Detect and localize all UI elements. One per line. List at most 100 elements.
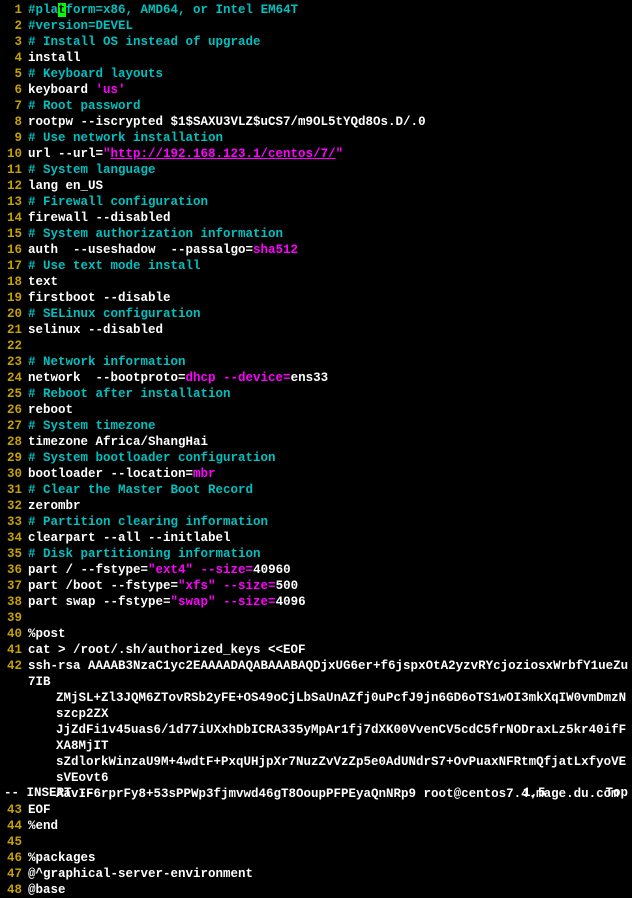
- code-line[interactable]: 31# Clear the Master Boot Record: [0, 482, 632, 498]
- code-content[interactable]: # System bootloader configuration: [28, 450, 632, 466]
- code-content[interactable]: # Use text mode install: [28, 258, 632, 274]
- code-line[interactable]: 28timezone Africa/ShangHai: [0, 434, 632, 450]
- code-line-wrap[interactable]: JjZdFi1v45uas6/1d77iUXxhDbICRA335yMpAr1f…: [0, 722, 632, 754]
- code-line[interactable]: 43EOF: [0, 802, 632, 818]
- code-line[interactable]: 8rootpw --iscrypted $1$SAXU3VLZ$uCS7/m9O…: [0, 114, 632, 130]
- code-line[interactable]: 13# Firewall configuration: [0, 194, 632, 210]
- code-content[interactable]: [28, 338, 632, 354]
- code-content[interactable]: # System timezone: [28, 418, 632, 434]
- code-content[interactable]: text: [28, 274, 632, 290]
- code-content[interactable]: %packages: [28, 850, 632, 866]
- code-content[interactable]: auth --useshadow --passalgo=sha512: [28, 242, 632, 258]
- code-line[interactable]: 17# Use text mode install: [0, 258, 632, 274]
- code-line[interactable]: 45: [0, 834, 632, 850]
- code-line[interactable]: 46%packages: [0, 850, 632, 866]
- code-content[interactable]: #version=DEVEL: [28, 18, 632, 34]
- code-content[interactable]: # Partition clearing information: [28, 514, 632, 530]
- code-line[interactable]: 4install: [0, 50, 632, 66]
- code-line[interactable]: 25# Reboot after installation: [0, 386, 632, 402]
- code-content[interactable]: EOF: [28, 802, 632, 818]
- code-content[interactable]: zerombr: [28, 498, 632, 514]
- code-line[interactable]: 41cat > /root/.sh/authorized_keys <<EOF: [0, 642, 632, 658]
- code-line[interactable]: 27# System timezone: [0, 418, 632, 434]
- code-line[interactable]: 12lang en_US: [0, 178, 632, 194]
- code-line[interactable]: 40%post: [0, 626, 632, 642]
- code-line[interactable]: 29# System bootloader configuration: [0, 450, 632, 466]
- code-line[interactable]: 47@^graphical-server-environment: [0, 866, 632, 882]
- code-content[interactable]: # Use network installation: [28, 130, 632, 146]
- code-content[interactable]: @^graphical-server-environment: [28, 866, 632, 882]
- code-content[interactable]: # Keyboard layouts: [28, 66, 632, 82]
- code-line[interactable]: 3# Install OS instead of upgrade: [0, 34, 632, 50]
- code-line[interactable]: 18text: [0, 274, 632, 290]
- code-line[interactable]: 1#platform=x86, AMD64, or Intel EM64T: [0, 2, 632, 18]
- code-line[interactable]: 35# Disk partitioning information: [0, 546, 632, 562]
- code-content[interactable]: selinux --disabled: [28, 322, 632, 338]
- code-content[interactable]: # System authorization information: [28, 226, 632, 242]
- code-content[interactable]: ssh-rsa AAAAB3NzaC1yc2EAAAADAQABAAABAQDj…: [28, 658, 632, 690]
- code-content[interactable]: # Root password: [28, 98, 632, 114]
- code-line[interactable]: 37part /boot --fstype="xfs" --size=500: [0, 578, 632, 594]
- code-content[interactable]: %post: [28, 626, 632, 642]
- code-line[interactable]: 15# System authorization information: [0, 226, 632, 242]
- code-content[interactable]: url --url="http://192.168.123.1/centos/7…: [28, 146, 632, 162]
- code-content[interactable]: #platform=x86, AMD64, or Intel EM64T: [28, 2, 632, 18]
- code-line[interactable]: 5# Keyboard layouts: [0, 66, 632, 82]
- code-line[interactable]: 22: [0, 338, 632, 354]
- code-content[interactable]: firstboot --disable: [28, 290, 632, 306]
- vim-editor[interactable]: 1#platform=x86, AMD64, or Intel EM64T2#v…: [0, 0, 632, 803]
- code-line[interactable]: 33# Partition clearing information: [0, 514, 632, 530]
- code-content[interactable]: # Network information: [28, 354, 632, 370]
- code-line[interactable]: 6keyboard 'us': [0, 82, 632, 98]
- code-content[interactable]: install: [28, 50, 632, 66]
- code-content[interactable]: # Firewall configuration: [28, 194, 632, 210]
- code-content[interactable]: # System language: [28, 162, 632, 178]
- code-content[interactable]: bootloader --location=mbr: [28, 466, 632, 482]
- code-content[interactable]: # Disk partitioning information: [28, 546, 632, 562]
- code-content[interactable]: @base: [28, 882, 632, 898]
- code-content[interactable]: firewall --disabled: [28, 210, 632, 226]
- code-line[interactable]: 32zerombr: [0, 498, 632, 514]
- code-line[interactable]: 39: [0, 610, 632, 626]
- code-line[interactable]: 16auth --useshadow --passalgo=sha512: [0, 242, 632, 258]
- code-line[interactable]: 36part / --fstype="ext4" --size=40960: [0, 562, 632, 578]
- code-content[interactable]: part / --fstype="ext4" --size=40960: [28, 562, 632, 578]
- code-content[interactable]: timezone Africa/ShangHai: [28, 434, 632, 450]
- code-area[interactable]: 1#platform=x86, AMD64, or Intel EM64T2#v…: [0, 2, 632, 898]
- code-content[interactable]: part /boot --fstype="xfs" --size=500: [28, 578, 632, 594]
- code-content[interactable]: lang en_US: [28, 178, 632, 194]
- code-content[interactable]: # Install OS instead of upgrade: [28, 34, 632, 50]
- code-content[interactable]: %end: [28, 818, 632, 834]
- code-line[interactable]: 38part swap --fstype="swap" --size=4096: [0, 594, 632, 610]
- code-content[interactable]: # Reboot after installation: [28, 386, 632, 402]
- code-content[interactable]: cat > /root/.sh/authorized_keys <<EOF: [28, 642, 632, 658]
- code-line[interactable]: 42ssh-rsa AAAAB3NzaC1yc2EAAAADAQABAAABAQ…: [0, 658, 632, 690]
- code-line[interactable]: 20# SELinux configuration: [0, 306, 632, 322]
- code-line[interactable]: 7# Root password: [0, 98, 632, 114]
- code-line[interactable]: 44%end: [0, 818, 632, 834]
- code-content[interactable]: # SELinux configuration: [28, 306, 632, 322]
- code-line[interactable]: 9# Use network installation: [0, 130, 632, 146]
- code-line[interactable]: 24network --bootproto=dhcp --device=ens3…: [0, 370, 632, 386]
- code-content[interactable]: rootpw --iscrypted $1$SAXU3VLZ$uCS7/m9OL…: [28, 114, 632, 130]
- code-line[interactable]: 14firewall --disabled: [0, 210, 632, 226]
- code-content[interactable]: [28, 834, 632, 850]
- code-content[interactable]: network --bootproto=dhcp --device=ens33: [28, 370, 632, 386]
- code-line[interactable]: 10url --url="http://192.168.123.1/centos…: [0, 146, 632, 162]
- code-line[interactable]: 26reboot: [0, 402, 632, 418]
- code-line[interactable]: 19firstboot --disable: [0, 290, 632, 306]
- code-line[interactable]: 2#version=DEVEL: [0, 18, 632, 34]
- code-line-wrap[interactable]: ZMjSL+Zl3JQM6ZTovRSb2yFE+OS49oCjLbSaUnAZ…: [0, 690, 632, 722]
- code-line-wrap[interactable]: sZdlorkWinzaU9M+4wdtF+PxqUHjpXr7NuzZvVzZ…: [0, 754, 632, 786]
- code-content[interactable]: # Clear the Master Boot Record: [28, 482, 632, 498]
- code-line[interactable]: 34clearpart --all --initlabel: [0, 530, 632, 546]
- code-line[interactable]: 21selinux --disabled: [0, 322, 632, 338]
- code-line[interactable]: 11# System language: [0, 162, 632, 178]
- code-content[interactable]: reboot: [28, 402, 632, 418]
- code-content[interactable]: part swap --fstype="swap" --size=4096: [28, 594, 632, 610]
- code-content[interactable]: [28, 610, 632, 626]
- code-content[interactable]: clearpart --all --initlabel: [28, 530, 632, 546]
- code-line[interactable]: 23# Network information: [0, 354, 632, 370]
- code-content[interactable]: keyboard 'us': [28, 82, 632, 98]
- code-line[interactable]: 30bootloader --location=mbr: [0, 466, 632, 482]
